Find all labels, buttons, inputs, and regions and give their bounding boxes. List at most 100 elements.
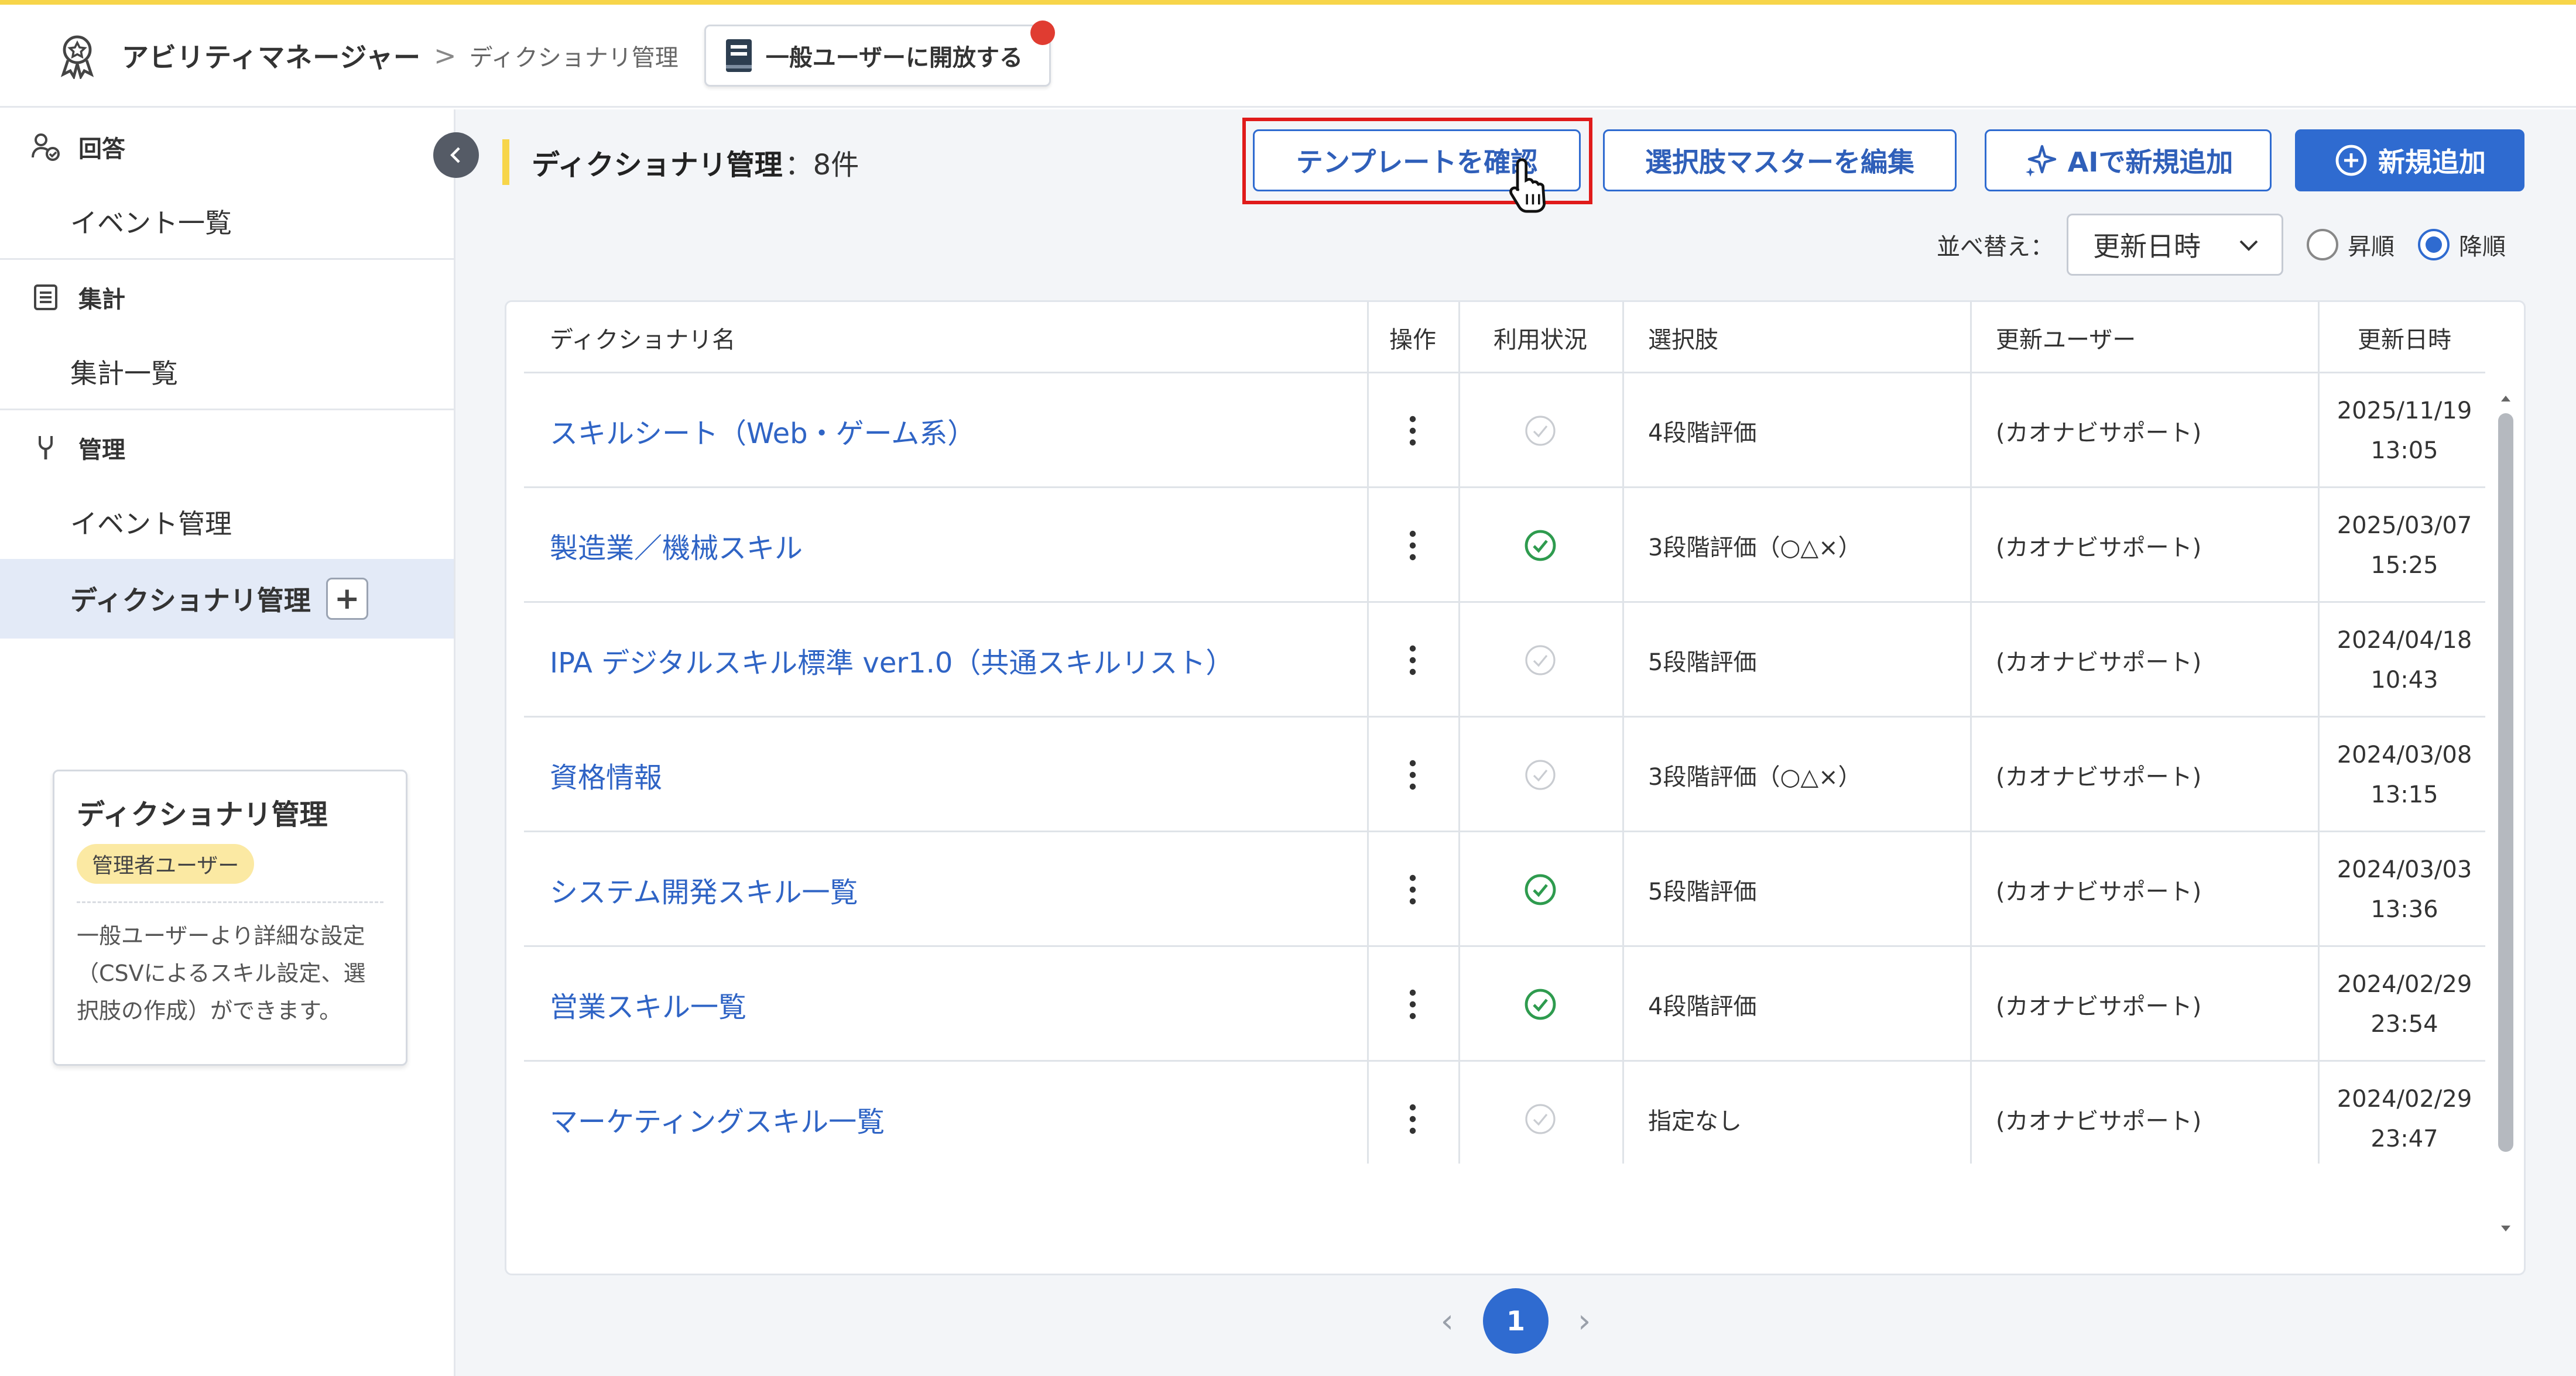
dictionary-name-link[interactable]: マーケティングスキル一覧: [550, 1062, 1358, 1164]
update-datetime: 2024/04/18 10:43: [2324, 603, 2485, 718]
update-date: 2024/02/29: [2337, 1086, 2472, 1113]
edit-choice-master-button[interactable]: 選択肢マスターを編集: [1603, 129, 1957, 191]
breadcrumb-separator: >: [434, 39, 457, 71]
row-menu-button[interactable]: [1367, 603, 1458, 718]
row-menu-button[interactable]: [1367, 373, 1458, 488]
app-title[interactable]: アビリティマネージャー: [122, 36, 421, 75]
sidebar-item-dictionary-admin[interactable]: ディクショナリ管理 +: [0, 559, 454, 639]
dictionary-name-link[interactable]: 資格情報: [550, 718, 1358, 832]
update-time: 23:54: [2371, 1011, 2438, 1038]
dictionary-table: ディクショナリ名 操作 利用状況 選択肢 更新ユーザー 更新日時 スキルシート（…: [505, 300, 2526, 1275]
table-body: スキルシート（Web・ゲーム系） 4段階評価 (カオナビサポート) 2025/11/1…: [524, 373, 2485, 1164]
choice-type: 指定なし: [1648, 1108, 1742, 1135]
award-icon: [60, 35, 94, 79]
update-time: 23:47: [2371, 1125, 2438, 1152]
kebab-menu-icon: [1409, 874, 1416, 905]
hand-pointer-icon: [1509, 158, 1546, 213]
kebab-menu-icon: [1409, 989, 1416, 1020]
table-row[interactable]: マーケティングスキル一覧 指定なし (カオナビサポート) 2024/02/29 23:4…: [524, 1062, 2485, 1164]
list-document-icon: [34, 284, 57, 310]
radio-button-asc[interactable]: [2307, 229, 2338, 260]
heading-accent-bar: [502, 139, 509, 185]
update-date: 2024/03/08: [2337, 742, 2472, 768]
new-add-button[interactable]: 新規追加: [2295, 129, 2524, 191]
add-dictionary-icon[interactable]: +: [326, 578, 368, 620]
sort-label: 並べ替え：: [1937, 234, 2054, 260]
book-icon: [725, 39, 752, 72]
sort-desc-radio[interactable]: 降順: [2418, 228, 2506, 262]
open-button-label: 一般ユーザーに開放する: [765, 44, 1023, 71]
sidebar-section-answer: 回答 イベント一覧: [0, 109, 454, 260]
choice-type: 5段階評価: [1648, 879, 1757, 905]
update-user: (カオナビサポート): [1996, 993, 2202, 1020]
choice-type: 3段階評価（○△×）: [1648, 764, 1862, 791]
table-row[interactable]: スキルシート（Web・ゲーム系） 4段階評価 (カオナビサポート) 2025/11/1…: [524, 373, 2485, 488]
dictionary-name-link[interactable]: 営業スキル一覧: [550, 947, 1358, 1062]
kebab-menu-icon: [1409, 645, 1416, 675]
row-menu-button[interactable]: [1367, 718, 1458, 832]
header-update-user: 更新ユーザー: [1996, 327, 2136, 354]
sort-asc-radio[interactable]: 昇順: [2307, 228, 2395, 262]
sidebar-item-summary-list[interactable]: 集計一覧: [0, 335, 454, 409]
update-user: (カオナビサポート): [1996, 1108, 2202, 1135]
sidebar-item-event-list[interactable]: イベント一覧: [0, 184, 454, 258]
dictionary-name-link[interactable]: 製造業／機械スキル: [550, 488, 1358, 603]
check-circle-active-icon: [1525, 530, 1556, 561]
table-row[interactable]: 資格情報 3段階評価（○△×） (カオナビサポート) 2024/03/08 13:15: [524, 718, 2485, 832]
update-user: (カオナビサポート): [1996, 534, 2202, 561]
table-header: ディクショナリ名 操作 利用状況 選択肢 更新ユーザー 更新日時: [524, 302, 2485, 373]
radio-button-desc[interactable]: [2418, 229, 2450, 260]
prev-page-button[interactable]: ‹: [1441, 1302, 1454, 1340]
sidebar-collapse-button[interactable]: [433, 132, 479, 178]
wrench-icon: [39, 436, 53, 459]
header-choices: 選択肢: [1648, 327, 1718, 354]
update-datetime: 2024/02/29 23:47: [2324, 1062, 2485, 1164]
app-header: アビリティマネージャー > ディクショナリ管理 一般ユーザーに開放する: [0, 5, 2576, 108]
top-accent-line: [0, 0, 2576, 5]
update-user: (カオナビサポート): [1996, 420, 2202, 447]
sidebar-section-admin: 管理 イベント管理 ディクショナリ管理 +: [0, 410, 454, 639]
sidebar-heading-label: 管理: [78, 437, 125, 464]
update-datetime: 2024/02/29 23:54: [2324, 947, 2485, 1062]
update-date: 2025/11/19: [2337, 397, 2472, 424]
check-circle-inactive-icon: [1525, 645, 1556, 675]
sidebar-heading-label: 回答: [78, 136, 125, 163]
dictionary-name-link[interactable]: システム開発スキル一覧: [550, 832, 1358, 947]
dictionary-name-link[interactable]: IPA デジタルスキル標準 ver1.0（共通スキルリスト）: [550, 603, 1358, 718]
usage-status: [1458, 373, 1622, 488]
header-update-date: 更新日時: [2358, 327, 2451, 354]
update-date: 2024/04/18: [2337, 627, 2472, 654]
sort-select[interactable]: 更新日時: [2067, 214, 2283, 276]
page-heading: ディクショナリ管理 ：8件: [502, 139, 859, 186]
ai-add-button[interactable]: AIで新規追加: [1985, 129, 2272, 191]
row-menu-button[interactable]: [1367, 832, 1458, 947]
kebab-menu-icon: [1409, 416, 1416, 446]
page-number-current[interactable]: 1: [1483, 1288, 1549, 1354]
table-row[interactable]: IPA デジタルスキル標準 ver1.0（共通スキルリスト） 5段階評価 (カオナビ…: [524, 603, 2485, 718]
update-date: 2024/03/03: [2337, 856, 2472, 883]
table-row[interactable]: 製造業／機械スキル 3段階評価（○△×） (カオナビサポート) 2025/03/07 1…: [524, 488, 2485, 603]
check-circle-inactive-icon: [1525, 760, 1556, 790]
header-operation: 操作: [1389, 327, 1436, 354]
dictionary-name-link[interactable]: スキルシート（Web・ゲーム系）: [550, 373, 1358, 488]
table-row[interactable]: システム開発スキル一覧 5段階評価 (カオナビサポート) 2024/03/03 13:3…: [524, 832, 2485, 947]
update-user: (カオナビサポート): [1996, 764, 2202, 791]
chevron-down-icon: [2239, 240, 2258, 251]
usage-status: [1458, 603, 1622, 718]
scrollbar-thumb[interactable]: [2498, 413, 2513, 1152]
row-menu-button[interactable]: [1367, 488, 1458, 603]
row-menu-button[interactable]: [1367, 1062, 1458, 1164]
usage-status: [1458, 947, 1622, 1062]
update-time: 15:25: [2371, 552, 2438, 579]
table-row[interactable]: 営業スキル一覧 4段階評価 (カオナビサポート) 2024/02/29 23:54: [524, 947, 2485, 1062]
sort-desc-label: 降順: [2459, 234, 2506, 260]
sidebar-heading-label: 集計: [78, 286, 125, 313]
row-menu-button[interactable]: [1367, 947, 1458, 1062]
admin-user-badge: 管理者ユーザー: [77, 844, 255, 884]
sidebar-item-event-admin[interactable]: イベント管理: [0, 485, 454, 559]
next-page-button[interactable]: ›: [1578, 1302, 1591, 1340]
update-time: 13:36: [2371, 896, 2438, 923]
item-count: ：8件: [785, 149, 859, 181]
open-to-general-users-button[interactable]: 一般ユーザーに開放する: [704, 20, 1055, 87]
sparkle-icon: [2025, 145, 2056, 177]
